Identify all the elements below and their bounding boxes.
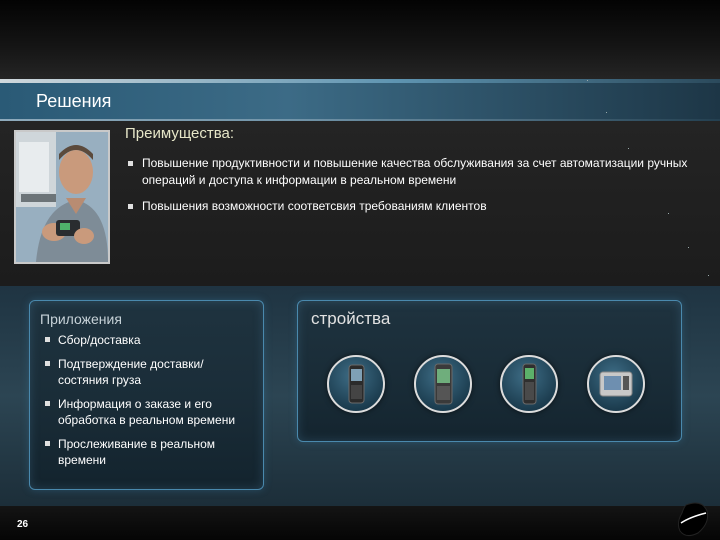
list-item: Информация о заказе и его обработка в ре… xyxy=(44,396,254,428)
worker-photo xyxy=(14,130,110,264)
decor-dot xyxy=(688,247,689,248)
decor-dot xyxy=(708,275,709,276)
handheld-computer-icon xyxy=(327,355,385,413)
bullet-icon xyxy=(45,401,50,406)
devices-heading: стройства xyxy=(311,309,391,328)
bullet-icon xyxy=(45,337,50,342)
list-item: Повышение продуктивности и повышение кач… xyxy=(128,155,688,189)
list-item: Сбор/доставка xyxy=(44,332,254,348)
applications-list: Сбор/доставка Подтверждение доставки/сос… xyxy=(44,332,254,476)
worker-illustration xyxy=(16,132,108,262)
application-text: Информация о заказе и его обработка в ре… xyxy=(58,397,236,427)
bullet-icon xyxy=(128,161,133,166)
decor-dot xyxy=(628,148,629,149)
header-background xyxy=(0,0,720,82)
application-text: Сбор/доставка xyxy=(58,333,141,347)
list-item: Подтверждение доставки/состяния груза xyxy=(44,356,254,388)
bullet-icon xyxy=(45,441,50,446)
handheld-scanner-icon xyxy=(500,355,558,413)
application-text: Прослеживание в реальном времени xyxy=(58,437,216,467)
footer-band xyxy=(0,506,720,540)
rugged-pda-icon xyxy=(414,355,472,413)
bullet-icon xyxy=(45,361,50,366)
application-text: Подтверждение доставки/состяния груза xyxy=(58,357,204,387)
advantages-heading: Преимущества: xyxy=(125,125,235,142)
list-item: Прослеживание в реальном времени xyxy=(44,436,254,468)
advantage-text: Повышение продуктивности и повышение кач… xyxy=(142,156,688,187)
advantage-text: Повышения возможности соответсвия требов… xyxy=(142,199,487,213)
decor-dot xyxy=(606,112,607,113)
list-item: Повышения возможности соответсвия требов… xyxy=(128,198,688,215)
decor-dot xyxy=(587,80,588,81)
bullet-icon xyxy=(128,204,133,209)
vehicle-terminal-icon xyxy=(587,355,645,413)
slide-title: Решения xyxy=(36,91,112,111)
company-logo-icon xyxy=(677,502,709,537)
page-number: 26 xyxy=(17,519,29,530)
advantages-list: Повышение продуктивности и повышение кач… xyxy=(128,155,688,224)
title-bar: Решения xyxy=(0,83,720,121)
applications-heading: Приложения xyxy=(40,311,122,327)
